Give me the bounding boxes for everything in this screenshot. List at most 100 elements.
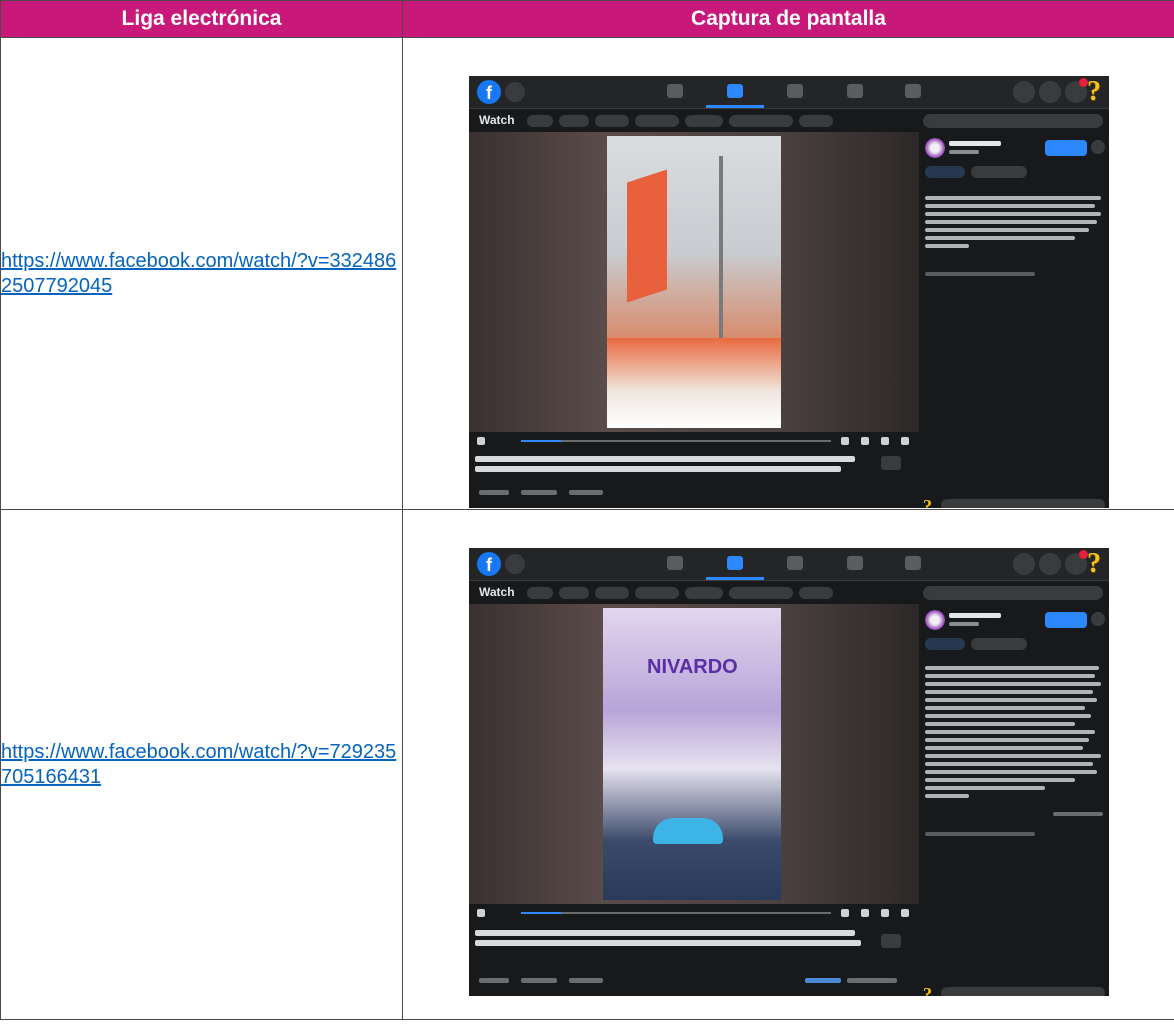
comment-input (941, 987, 1105, 996)
screenshot-cell: f ? Watch (402, 509, 1174, 1020)
watch-title: Watch (479, 113, 515, 127)
description-line (925, 220, 1097, 224)
description-line (925, 228, 1089, 232)
page-avatar (925, 138, 945, 158)
description-line (925, 730, 1095, 734)
description-line (925, 722, 1075, 726)
expand-icon (861, 437, 869, 445)
video-title-line (475, 940, 861, 946)
comment-avatar-icon: ? (923, 496, 932, 508)
watch-tab-pill (595, 115, 629, 127)
page-name (949, 613, 1001, 618)
groups-icon (847, 556, 863, 570)
post-date (949, 150, 979, 154)
watch-tab-pill (559, 587, 589, 599)
table-row: https://www.facebook.com/watch/?v=332486… (0, 37, 1174, 510)
watch-tab-pill (635, 587, 679, 599)
video-cap (653, 818, 723, 844)
watch-tab-pill (595, 587, 629, 599)
comment-action (521, 490, 557, 495)
description-line (925, 770, 1097, 774)
description-line (925, 746, 1083, 750)
sidebar-tab (971, 166, 1027, 178)
play-icon (477, 909, 485, 917)
miniplayer-icon (881, 909, 889, 917)
sidebar-tab-active (925, 166, 965, 178)
watch-tab-pill (799, 587, 833, 599)
watch-tab-pill (729, 587, 793, 599)
facebook-topbar: f ? (469, 76, 1109, 109)
facebook-topbar: f ? (469, 548, 1109, 581)
settings-icon (841, 437, 849, 445)
comment-action (521, 978, 557, 983)
follow-button (1045, 612, 1087, 628)
settings-icon (841, 909, 849, 917)
link-cell: https://www.facebook.com/watch/?v=332486… (0, 37, 403, 510)
header-row: Liga electrónica Captura de pantalla (0, 0, 1174, 38)
watch-tab-pill (635, 115, 679, 127)
comment-avatar-icon: ? (923, 984, 932, 996)
gaming-icon (905, 84, 921, 98)
watch-tab-pill (527, 115, 553, 127)
expand-icon (861, 909, 869, 917)
watch-tab-pill (527, 587, 553, 599)
home-icon (667, 556, 683, 570)
watch-tab-pill (685, 115, 723, 127)
watch-navbar: Watch (469, 110, 1109, 132)
post-date (949, 622, 979, 626)
like-action (479, 978, 509, 983)
screenshot-cell: f ? Watch (402, 37, 1174, 510)
link-text-line: https://www.facebook.com/wat (1, 249, 271, 272)
marketplace-icon (787, 556, 803, 570)
video-player (469, 132, 919, 432)
description-line (925, 794, 969, 798)
share-action (569, 490, 603, 495)
watch-search-box (923, 586, 1103, 600)
volume-icon (901, 909, 909, 917)
sidebar-tab (971, 638, 1027, 650)
progress-fill (521, 912, 561, 914)
comment-bar: ? (921, 984, 1109, 996)
marketplace-icon (787, 84, 803, 98)
comment-bar: ? (921, 496, 1109, 508)
first-comment-line (925, 272, 1035, 276)
watch-tab-pill (729, 115, 793, 127)
first-comment-line (925, 832, 1035, 836)
video-frame: NIVARDO (603, 608, 781, 900)
table-row: https://www.facebook.com/watch/?v=729235… (0, 509, 1174, 1020)
facebook-video-link[interactable]: https://www.facebook.com/watch/?v=332486… (1, 249, 402, 299)
video-title (475, 454, 865, 478)
video-flag (627, 169, 667, 303)
like-action (479, 490, 509, 495)
facebook-video-link[interactable]: https://www.facebook.com/watch/?v=729235… (1, 740, 402, 790)
menu-grid-icon (1013, 81, 1035, 103)
video-player: NIVARDO (469, 604, 919, 904)
progress-track (521, 912, 831, 914)
active-tab-indicator (706, 105, 764, 108)
progress-track (521, 440, 831, 442)
video-title (475, 928, 865, 952)
home-icon (667, 84, 683, 98)
facebook-watch-screenshot: f ? Watch (469, 76, 1109, 508)
watch-tab-pill (559, 115, 589, 127)
description-line (925, 244, 969, 248)
profile-avatar-icon: ? (1087, 76, 1101, 107)
video-title-line (475, 466, 841, 472)
progress-fill (521, 440, 561, 442)
more-button (881, 934, 901, 948)
description-line (925, 738, 1089, 742)
menu-grid-icon (1013, 553, 1035, 575)
page-name (949, 141, 1001, 146)
video-title-line (475, 456, 855, 462)
sidebar-tab-active (925, 638, 965, 650)
facebook-logo-icon: f (477, 80, 501, 104)
description-line (925, 212, 1101, 216)
description-line (925, 762, 1093, 766)
header-link-column: Liga electrónica (0, 0, 403, 38)
active-tab-indicator (706, 577, 764, 580)
link-cell: https://www.facebook.com/watch/?v=729235… (0, 509, 403, 1020)
share-action (569, 978, 603, 983)
video-controls (469, 434, 919, 448)
video-controls (469, 906, 919, 920)
description-line (925, 714, 1091, 718)
